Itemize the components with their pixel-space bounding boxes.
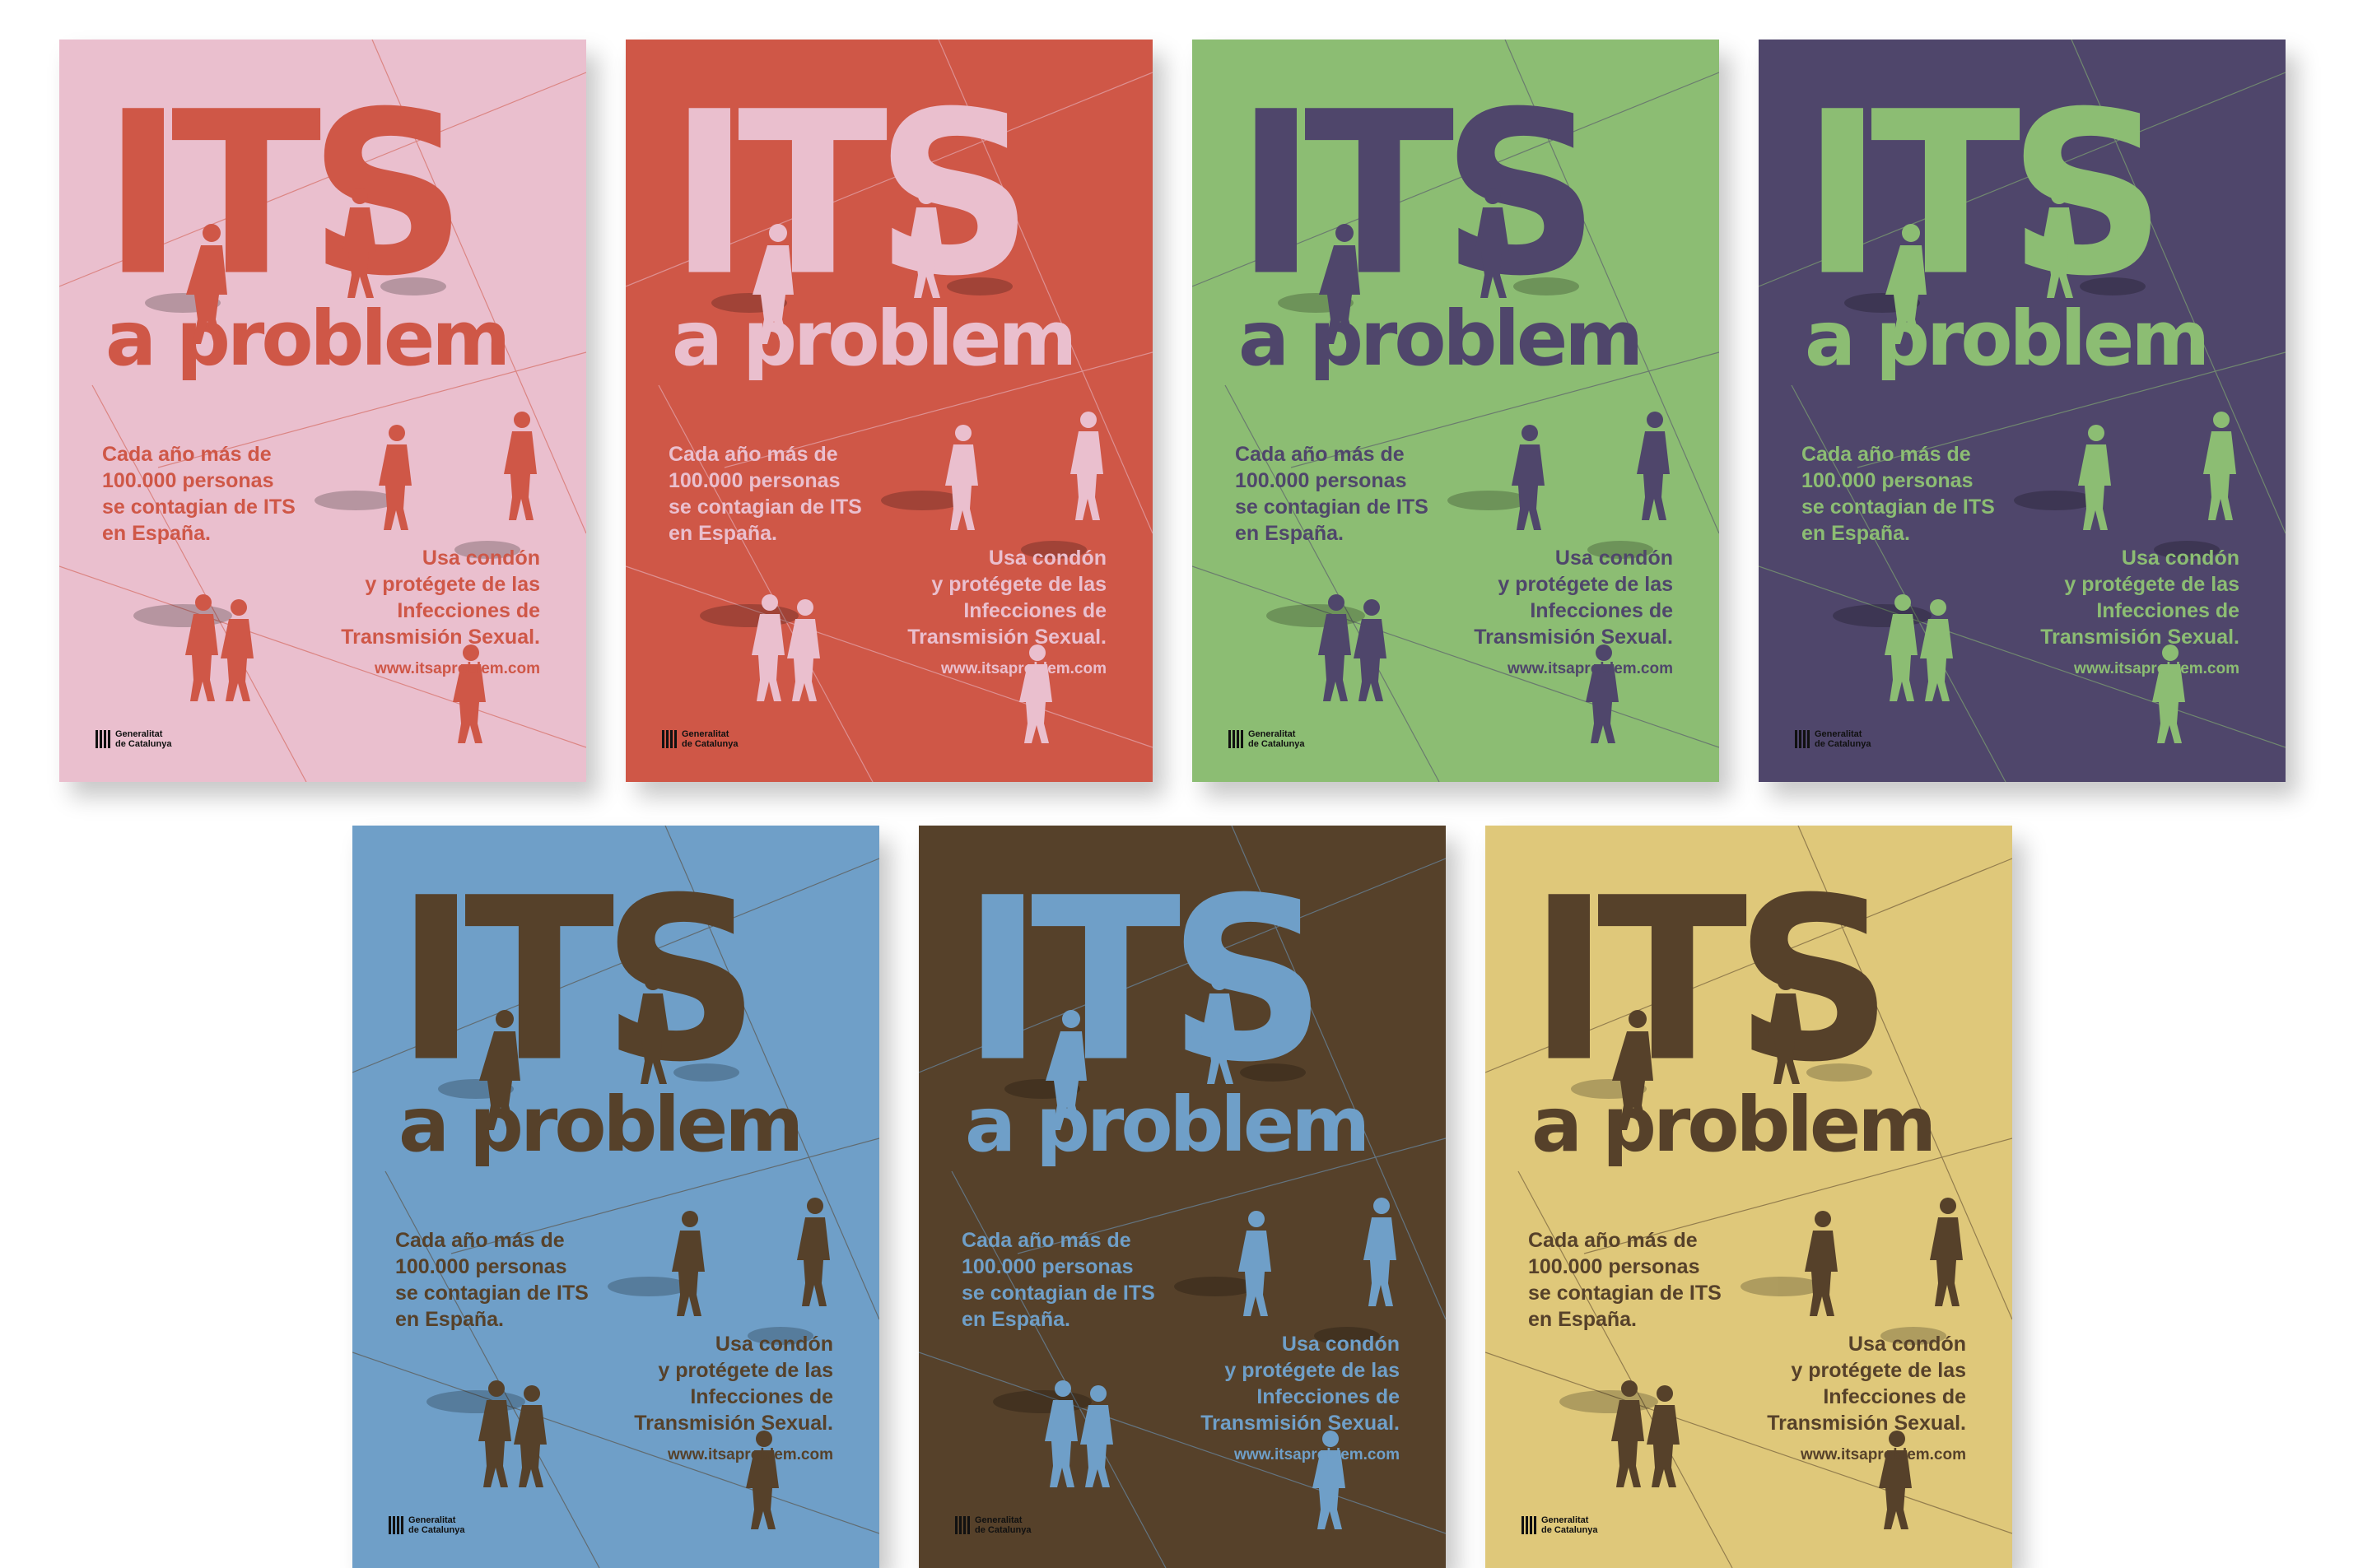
generalitat-logo-icon xyxy=(662,730,677,748)
website-url: www.itsaproblem.com xyxy=(941,660,1107,677)
generalitat-logo: Generalitat de Catalunya xyxy=(96,729,171,749)
poster-green: ITS a problem Cada año más de 100.000 pe… xyxy=(1192,40,1719,782)
body-text-stats: Cada año más de 100.000 personas se cont… xyxy=(669,443,862,545)
poster-brown: ITS a problem Cada año más de 100.000 pe… xyxy=(919,826,1446,1568)
body-text-advice: Usa condón y protégete de las Infeccione… xyxy=(2040,547,2239,649)
poster-pink: ITS a problem Cada año más de 100.000 pe… xyxy=(59,40,586,782)
logo-text: Generalitat de Catalunya xyxy=(115,729,172,749)
logo-text: Generalitat de Catalunya xyxy=(682,729,739,749)
generalitat-logo: Generalitat de Catalunya xyxy=(955,1515,1031,1535)
body-text-stats: Cada año más de 100.000 personas se cont… xyxy=(962,1229,1155,1331)
generalitat-logo: Generalitat de Catalunya xyxy=(1795,729,1871,749)
body-text-stats: Cada año más de 100.000 personas se cont… xyxy=(1528,1229,1722,1331)
generalitat-logo: Generalitat de Catalunya xyxy=(1228,729,1304,749)
website-url: www.itsaproblem.com xyxy=(2074,660,2239,677)
poster-yellow: ITS a problem Cada año más de 100.000 pe… xyxy=(1485,826,2012,1568)
logo-text: Generalitat de Catalunya xyxy=(408,1515,465,1535)
body-text-advice: Usa condón y protégete de las Infeccione… xyxy=(634,1333,833,1435)
website-url: www.itsaproblem.com xyxy=(1801,1446,1966,1463)
poster-red: ITS a problem Cada año más de 100.000 pe… xyxy=(626,40,1153,782)
logo-text: Generalitat de Catalunya xyxy=(975,1515,1032,1535)
generalitat-logo-icon xyxy=(955,1516,970,1534)
logo-text: Generalitat de Catalunya xyxy=(1541,1515,1598,1535)
generalitat-logo: Generalitat de Catalunya xyxy=(389,1515,464,1535)
body-text-advice: Usa condón y protégete de las Infeccione… xyxy=(1474,547,1673,649)
body-text-stats: Cada año más de 100.000 personas se cont… xyxy=(1801,443,1995,545)
generalitat-logo: Generalitat de Catalunya xyxy=(662,729,738,749)
website-url: www.itsaproblem.com xyxy=(1508,660,1673,677)
logo-text: Generalitat de Catalunya xyxy=(1248,729,1305,749)
website-url: www.itsaproblem.com xyxy=(668,1446,833,1463)
generalitat-logo-icon xyxy=(96,730,110,748)
website-url: www.itsaproblem.com xyxy=(375,660,540,677)
body-text-advice: Usa condón y protégete de las Infeccione… xyxy=(1200,1333,1400,1435)
body-text-advice: Usa condón y protégete de las Infeccione… xyxy=(907,547,1107,649)
body-text-stats: Cada año más de 100.000 personas se cont… xyxy=(102,443,296,545)
poster-purple: ITS a problem Cada año más de 100.000 pe… xyxy=(1759,40,2286,782)
body-text-stats: Cada año más de 100.000 personas se cont… xyxy=(1235,443,1428,545)
generalitat-logo-icon xyxy=(389,1516,403,1534)
body-text-advice: Usa condón y protégete de las Infeccione… xyxy=(341,547,540,649)
body-text-stats: Cada año más de 100.000 personas se cont… xyxy=(395,1229,589,1331)
logo-text: Generalitat de Catalunya xyxy=(1815,729,1871,749)
generalitat-logo: Generalitat de Catalunya xyxy=(1522,1515,1597,1535)
generalitat-logo-icon xyxy=(1228,730,1243,748)
generalitat-logo-icon xyxy=(1522,1516,1536,1534)
generalitat-logo-icon xyxy=(1795,730,1810,748)
body-text-advice: Usa condón y protégete de las Infeccione… xyxy=(1767,1333,1966,1435)
website-url: www.itsaproblem.com xyxy=(1234,1446,1400,1463)
poster-blue: ITS a problem Cada año más de 100.000 pe… xyxy=(352,826,879,1568)
